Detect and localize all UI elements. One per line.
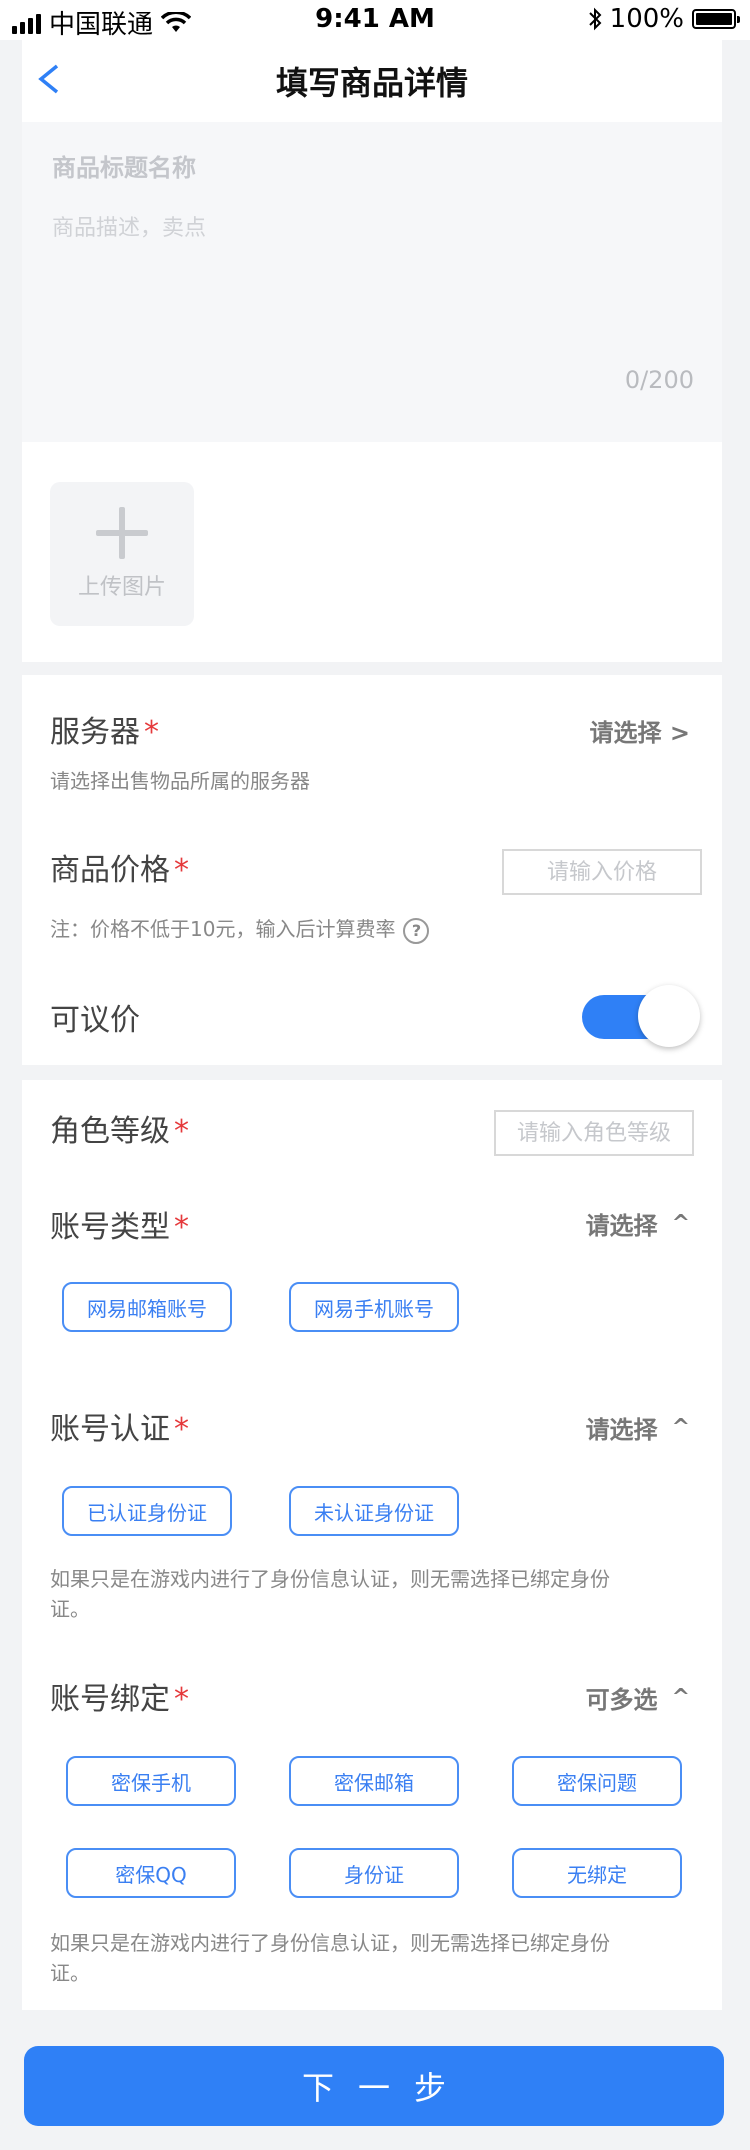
plus-icon	[96, 507, 148, 559]
role-level-label: 角色等级 *	[50, 1114, 189, 1149]
chevron-up-icon: ^	[671, 1415, 690, 1440]
basic-info-section: 服务器* 请选择 > 请选择出售物品所属的服务器 商品价格* 注：价格不低于10…	[22, 675, 722, 1065]
tag-secure-email[interactable]: 密保邮箱	[289, 1756, 459, 1806]
battery-icon	[692, 9, 740, 29]
tag-secure-phone[interactable]: 密保手机	[66, 1756, 236, 1806]
upload-image-button[interactable]: 上传图片	[50, 482, 194, 626]
negotiable-toggle[interactable]	[582, 985, 700, 1047]
tag-netease-email[interactable]: 网易邮箱账号	[62, 1282, 232, 1332]
account-type-label: 账号类型 *	[50, 1210, 189, 1245]
title-input[interactable]	[52, 148, 692, 188]
price-input[interactable]	[502, 849, 702, 895]
help-icon[interactable]: ?	[403, 917, 430, 944]
account-section: 角色等级* 账号类型* 请选择^ 网易邮箱账号 网易手机账号 账号认证* 请选择…	[22, 1080, 722, 2010]
toggle-knob	[638, 985, 700, 1047]
nav-bar: 填写商品详情	[22, 40, 722, 122]
account-bind-hint: 如果只是在游戏内进行了身份信息认证，则无需选择已绑定身份 证。	[50, 1931, 610, 1985]
status-bar: 中国联通 9:41 AM 100%	[0, 0, 750, 40]
upload-section: 上传图片	[22, 442, 722, 662]
tag-unverified-id[interactable]: 未认证身份证	[289, 1486, 459, 1536]
role-level-input[interactable]	[494, 1110, 694, 1156]
page-title: 填写商品详情	[275, 64, 468, 102]
account-bind-label: 账号绑定 *	[50, 1682, 189, 1717]
price-label: 商品价格 *	[50, 853, 189, 888]
account-auth-label: 账号认证 *	[50, 1412, 189, 1447]
tag-id-card[interactable]: 身份证	[289, 1848, 459, 1898]
server-select[interactable]: 请选择 >	[590, 713, 690, 748]
tag-netease-phone[interactable]: 网易手机账号	[289, 1282, 459, 1332]
account-bind-select[interactable]: 可多选 ^	[586, 1680, 690, 1715]
description-input[interactable]	[52, 210, 692, 370]
chevron-left-icon[interactable]	[26, 54, 70, 104]
next-step-button[interactable]: 下一步	[24, 2046, 724, 2126]
chevron-up-icon: ^	[671, 1685, 690, 1710]
account-auth-hint: 如果只是在游戏内进行了身份信息认证，则无需选择已绑定身份 证。	[50, 1567, 610, 1621]
battery-level	[696, 13, 732, 25]
server-label: 服务器 *	[50, 715, 159, 750]
tag-secure-question[interactable]: 密保问题	[512, 1756, 682, 1806]
bluetooth-icon	[588, 7, 602, 31]
description-section: 0/200	[22, 122, 722, 442]
status-right: 100%	[588, 4, 740, 34]
account-type-select[interactable]: 请选择 ^	[586, 1206, 690, 1241]
tag-verified-id[interactable]: 已认证身份证	[62, 1486, 232, 1536]
server-hint: 请选择出售物品所属的服务器	[50, 769, 310, 793]
char-count: 0/200	[624, 366, 694, 394]
tag-secure-qq[interactable]: 密保QQ	[66, 1848, 236, 1898]
chevron-up-icon: ^	[671, 1211, 690, 1236]
price-hint: 注：价格不低于10元，输入后计算费率?	[50, 913, 430, 944]
account-auth-select[interactable]: 请选择 ^	[586, 1410, 690, 1445]
upload-label: 上传图片	[77, 575, 166, 600]
negotiable-label: 可议价	[50, 1003, 140, 1038]
tag-no-binding[interactable]: 无绑定	[512, 1848, 682, 1898]
battery-percent: 100%	[609, 4, 684, 34]
